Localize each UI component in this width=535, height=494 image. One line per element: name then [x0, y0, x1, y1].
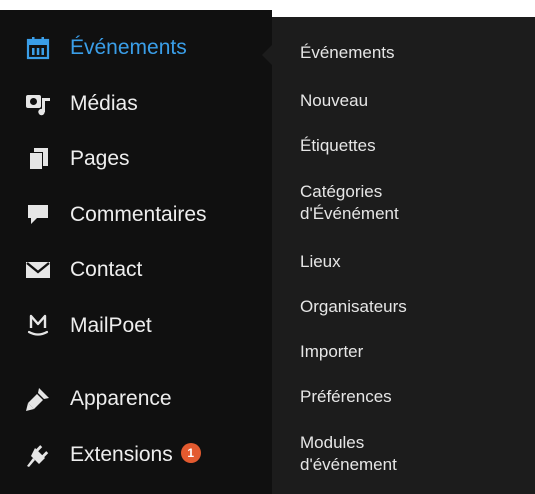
mail-icon	[25, 257, 51, 283]
submenu-item-etiquettes[interactable]: Étiquettes	[300, 135, 376, 157]
submenu-item-lieux[interactable]: Lieux	[300, 251, 341, 273]
sidebar-item-label: Événements	[70, 36, 187, 59]
submenu-item-importer[interactable]: Importer	[300, 341, 363, 363]
sidebar-item-evenements[interactable]: Événements	[0, 26, 272, 70]
submenu-item-preferences[interactable]: Préférences	[300, 386, 392, 408]
appearance-icon	[25, 386, 51, 412]
media-icon	[25, 91, 51, 117]
submenu-item-categories[interactable]: Catégories d'Événément	[300, 181, 399, 225]
submenu-item-modules[interactable]: Modules d'événement	[300, 432, 397, 476]
sidebar-item-pages[interactable]: Pages	[0, 137, 272, 181]
sidebar-item-apparence[interactable]: Apparence	[0, 377, 272, 421]
submenu-item-organisateurs[interactable]: Organisateurs	[300, 296, 407, 318]
sidebar-item-medias[interactable]: Médias	[0, 82, 272, 126]
sidebar-item-label: Extensions	[70, 443, 173, 466]
sidebar-item-mailpoet[interactable]: MailPoet	[0, 304, 272, 348]
sidebar-item-label: Apparence	[70, 387, 172, 410]
sidebar-item-label-wrap: Extensions 1	[70, 443, 201, 467]
sidebar-item-label: MailPoet	[70, 314, 152, 337]
pages-icon	[25, 146, 51, 172]
sidebar-item-label: Médias	[70, 92, 138, 115]
sidebar-item-label: Commentaires	[70, 203, 207, 226]
comment-icon	[25, 202, 51, 228]
sidebar-item-label: Pages	[70, 147, 130, 170]
calendar-icon	[25, 35, 51, 61]
mailpoet-icon	[25, 313, 51, 339]
sidebar-item-label: Contact	[70, 258, 143, 281]
sidebar-item-extensions[interactable]: Extensions 1	[0, 433, 272, 477]
sidebar-item-contact[interactable]: Contact	[0, 248, 272, 292]
sidebar-item-commentaires[interactable]: Commentaires	[0, 193, 272, 237]
submenu-item-nouveau[interactable]: Nouveau	[300, 90, 368, 112]
update-count-badge: 1	[180, 443, 201, 464]
submenu-item-evenements[interactable]: Événements	[300, 42, 395, 64]
plugin-icon	[25, 442, 51, 468]
